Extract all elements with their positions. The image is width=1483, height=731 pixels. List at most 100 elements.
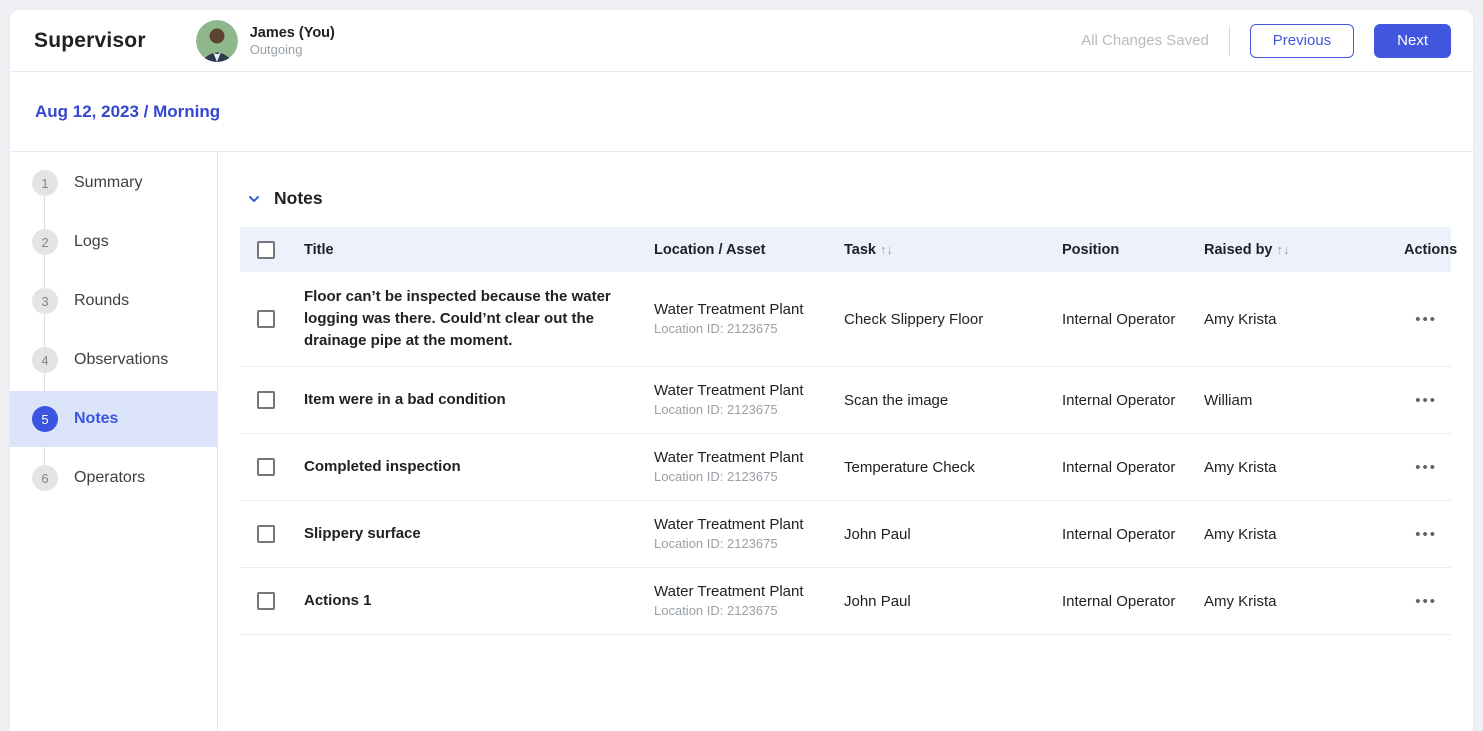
top-bar-actions: All Changes Saved Previous Next: [1081, 24, 1451, 58]
sidebar-item-rounds[interactable]: 3 Rounds: [10, 273, 217, 329]
sidebar-item-observations[interactable]: 4 Observations: [10, 332, 217, 388]
row-checkbox[interactable]: [257, 525, 275, 543]
step-number-icon: 6: [32, 465, 58, 491]
table-row: Completed inspection Water Treatment Pla…: [240, 434, 1451, 501]
sidebar-item-label: Summary: [74, 174, 142, 192]
header-checkbox-cell: [240, 241, 304, 259]
sidebar-item-label: Observations: [74, 351, 168, 369]
cell-location: Water Treatment Plant Location ID: 21236…: [654, 300, 844, 338]
location-id: Location ID: 2123675: [654, 320, 832, 338]
sidebar-item-label: Rounds: [74, 292, 129, 310]
date-bar: Aug 12, 2023 / Morning: [10, 72, 1473, 152]
location-id: Location ID: 2123675: [654, 468, 832, 486]
location-name: Water Treatment Plant: [654, 515, 832, 535]
cell-position: Internal Operator: [1062, 459, 1204, 476]
sidebar-item-label: Operators: [74, 469, 145, 487]
table-row: Actions 1 Water Treatment Plant Location…: [240, 568, 1451, 635]
location-name: Water Treatment Plant: [654, 448, 832, 468]
sidebar: 1 Summary 2 Logs 3 Rounds 4 Observations…: [10, 152, 218, 731]
main-panel: Notes Title Location / Asset Task ↑↓ Posi…: [218, 152, 1473, 731]
column-header-title: Title: [304, 242, 654, 258]
cell-location: Water Treatment Plant Location ID: 21236…: [654, 582, 844, 620]
cell-task: Check Slippery Floor: [844, 311, 1062, 328]
main-card: Supervisor James (You) Outgoing All Chan…: [10, 10, 1473, 731]
row-actions-menu-button[interactable]: •••: [1415, 308, 1437, 331]
sidebar-item-label: Notes: [74, 410, 118, 428]
cell-location: Water Treatment Plant Location ID: 21236…: [654, 515, 844, 553]
vertical-divider: [1229, 26, 1230, 56]
column-header-raised-by-label: Raised by: [1204, 242, 1273, 258]
notes-table: Title Location / Asset Task ↑↓ Position R…: [240, 227, 1451, 635]
cell-position: Internal Operator: [1062, 526, 1204, 543]
cell-position: Internal Operator: [1062, 593, 1204, 610]
cell-task: Temperature Check: [844, 459, 1062, 476]
column-header-position: Position: [1062, 242, 1204, 258]
breadcrumb-date-shift[interactable]: Aug 12, 2023 / Morning: [35, 102, 220, 122]
sidebar-item-notes[interactable]: 5 Notes: [10, 391, 217, 447]
current-user: James (You) Outgoing: [196, 20, 335, 62]
previous-button[interactable]: Previous: [1250, 24, 1354, 58]
table-header-row: Title Location / Asset Task ↑↓ Position R…: [240, 227, 1451, 272]
step-number-icon: 4: [32, 347, 58, 373]
top-bar: Supervisor James (You) Outgoing All Chan…: [10, 10, 1473, 72]
cell-raised-by: Amy Krista: [1204, 311, 1404, 328]
row-checkbox[interactable]: [257, 592, 275, 610]
next-button[interactable]: Next: [1374, 24, 1451, 58]
column-header-task-label: Task: [844, 242, 876, 258]
row-actions-menu-button[interactable]: •••: [1415, 389, 1437, 412]
location-id: Location ID: 2123675: [654, 602, 832, 620]
cell-raised-by: Amy Krista: [1204, 459, 1404, 476]
row-actions-menu-button[interactable]: •••: [1415, 456, 1437, 479]
cell-raised-by: Amy Krista: [1204, 593, 1404, 610]
sidebar-item-summary[interactable]: 1 Summary: [10, 155, 217, 211]
column-header-task[interactable]: Task ↑↓: [844, 242, 1062, 258]
row-actions-menu-button[interactable]: •••: [1415, 590, 1437, 613]
column-header-actions: Actions: [1404, 242, 1471, 258]
location-name: Water Treatment Plant: [654, 582, 832, 602]
sort-icon[interactable]: ↑↓: [880, 242, 893, 257]
row-checkbox[interactable]: [257, 391, 275, 409]
column-header-raised-by[interactable]: Raised by ↑↓: [1204, 242, 1404, 258]
section-title: Notes: [274, 188, 323, 209]
sort-icon[interactable]: ↑↓: [1277, 242, 1290, 257]
sidebar-item-logs[interactable]: 2 Logs: [10, 214, 217, 270]
table-row: Floor can’t be inspected because the wat…: [240, 272, 1451, 367]
table-row: Slippery surface Water Treatment Plant L…: [240, 501, 1451, 568]
cell-raised-by: Amy Krista: [1204, 526, 1404, 543]
cell-task: John Paul: [844, 526, 1062, 543]
user-name: James (You): [250, 24, 335, 42]
sidebar-item-operators[interactable]: 6 Operators: [10, 450, 217, 506]
cell-title: Slippery surface: [304, 523, 654, 545]
stepper: 1 Summary 2 Logs 3 Rounds 4 Observations…: [10, 155, 217, 506]
notes-section-header: Notes: [240, 188, 1451, 209]
location-name: Water Treatment Plant: [654, 381, 832, 401]
cell-location: Water Treatment Plant Location ID: 21236…: [654, 448, 844, 486]
cell-position: Internal Operator: [1062, 311, 1204, 328]
step-number-icon: 2: [32, 229, 58, 255]
cell-task: John Paul: [844, 593, 1062, 610]
step-number-icon: 5: [32, 406, 58, 432]
cell-title: Item were in a bad condition: [304, 389, 654, 411]
row-actions-menu-button[interactable]: •••: [1415, 523, 1437, 546]
cell-task: Scan the image: [844, 392, 1062, 409]
cell-title: Completed inspection: [304, 456, 654, 478]
user-status: Outgoing: [250, 42, 335, 58]
chevron-down-icon[interactable]: [246, 191, 262, 207]
sidebar-item-label: Logs: [74, 233, 109, 251]
avatar-image: [196, 20, 238, 62]
cell-position: Internal Operator: [1062, 392, 1204, 409]
row-checkbox[interactable]: [257, 310, 275, 328]
row-checkbox[interactable]: [257, 458, 275, 476]
location-name: Water Treatment Plant: [654, 300, 832, 320]
location-id: Location ID: 2123675: [654, 535, 832, 553]
cell-title: Actions 1: [304, 590, 654, 612]
select-all-checkbox[interactable]: [257, 241, 275, 259]
table-row: Item were in a bad condition Water Treat…: [240, 367, 1451, 434]
avatar: [196, 20, 238, 62]
content-area: 1 Summary 2 Logs 3 Rounds 4 Observations…: [10, 152, 1473, 731]
cell-raised-by: William: [1204, 392, 1404, 409]
page-title: Supervisor: [34, 29, 146, 53]
column-header-location: Location / Asset: [654, 242, 844, 258]
cell-location: Water Treatment Plant Location ID: 21236…: [654, 381, 844, 419]
step-number-icon: 3: [32, 288, 58, 314]
